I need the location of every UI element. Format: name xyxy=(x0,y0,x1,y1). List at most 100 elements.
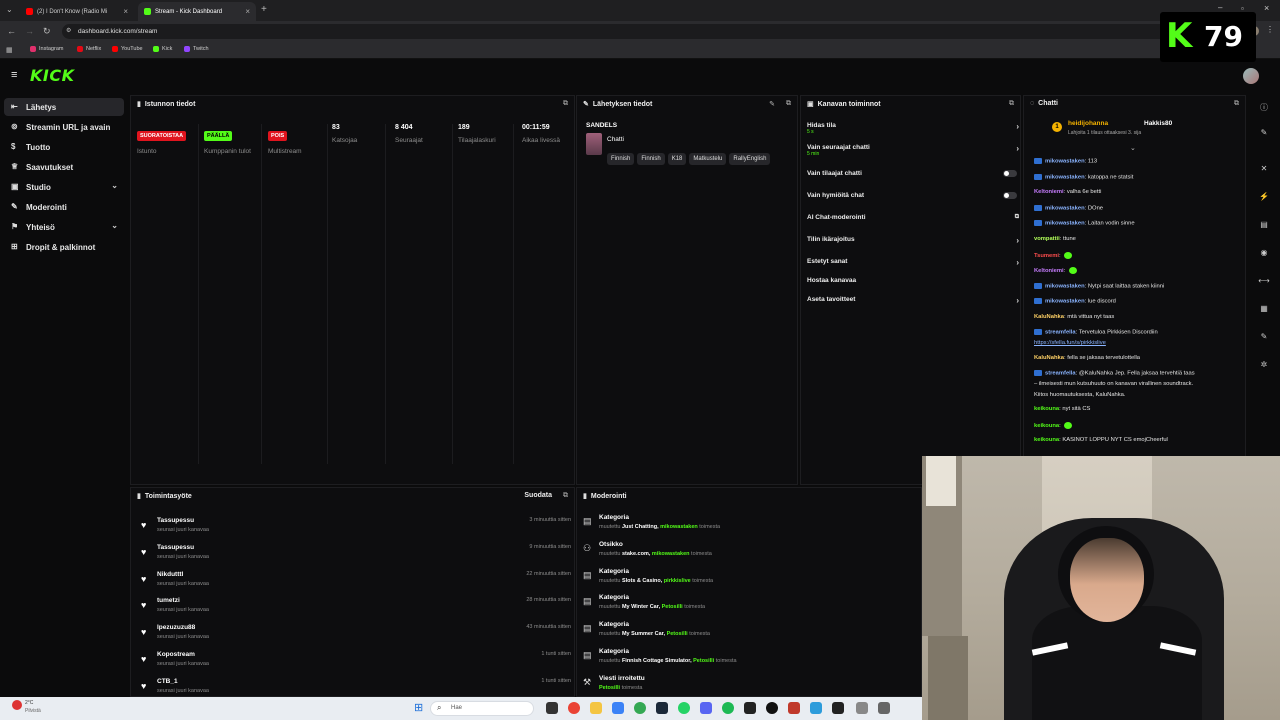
action-set-goals[interactable]: Aseta tavoitteet › xyxy=(807,296,1019,308)
sidebar-item-studio[interactable]: ▣ Studio ⌄ xyxy=(4,178,124,196)
action-emote-only[interactable]: Vain hymiöitä chat xyxy=(807,192,1019,204)
minimize-icon[interactable]: – xyxy=(1218,3,1222,12)
activity-row[interactable]: ♥ tumetzi seurasi juuri kanavaa 28 minuutti… xyxy=(139,597,571,621)
follower-name[interactable]: Kopostream xyxy=(157,651,195,658)
back-icon[interactable]: ← xyxy=(7,26,16,36)
follower-name[interactable]: tumetzi xyxy=(157,597,180,604)
tab-close-icon[interactable]: × xyxy=(245,7,250,16)
popout-icon[interactable]: ⧉ xyxy=(786,100,791,108)
expand-icon[interactable]: ⌄ xyxy=(1130,144,1136,152)
bookmark-youtube[interactable]: YouTube xyxy=(112,46,143,52)
action-banned-words[interactable]: Estetyt sanat › xyxy=(807,258,1019,270)
activity-row[interactable]: ♥ Tassupessu seurasi juuri kanavaa 9 minuut… xyxy=(139,544,571,568)
tab-kick-dashboard[interactable]: Stream - Kick Dashboard × xyxy=(138,2,256,21)
file-explorer-icon[interactable] xyxy=(590,702,602,714)
follower-name[interactable]: Tassupessu xyxy=(157,544,194,551)
chat-username[interactable]: mikowastaken xyxy=(1045,221,1085,227)
toggle-switch[interactable] xyxy=(1003,192,1017,199)
settings-icon[interactable]: ✲ xyxy=(1257,360,1271,369)
action-followers-only[interactable]: Vain seuraajat chatti 5 min › xyxy=(807,144,1019,162)
edit-icon[interactable]: ✎ xyxy=(769,100,775,108)
chat-username[interactable]: mikowastaken xyxy=(1045,175,1085,181)
popout-icon[interactable]: ⧉ xyxy=(563,100,568,108)
chat-username[interactable]: Tsumemi xyxy=(1034,253,1059,259)
gift-leaderboard[interactable]: 1 heidijohanna Hakkis80 Lahjoita 1 tilau… xyxy=(1044,116,1234,140)
edge-icon[interactable] xyxy=(612,702,624,714)
sidebar-item-saavutukset[interactable]: ♕ Saavutukset xyxy=(4,158,124,176)
chat-username[interactable]: keikouna xyxy=(1034,406,1059,412)
chat-username[interactable]: KaluNahka xyxy=(1034,314,1064,320)
whatsapp-icon[interactable] xyxy=(678,702,690,714)
tab-youtube[interactable]: (2) I Don't Know (Radio Mi × xyxy=(20,2,134,21)
app-icon[interactable] xyxy=(766,702,778,714)
bookmark-instagram[interactable]: Instagram xyxy=(30,46,63,52)
filter-button[interactable]: Suodata xyxy=(524,492,552,499)
chat-username[interactable]: vompattii xyxy=(1034,236,1060,242)
task-view-icon[interactable] xyxy=(546,702,558,714)
site-info-icon[interactable]: ⚙ xyxy=(66,27,71,34)
sidebar-item-stream-url[interactable]: ⊚ Streamin URL ja avain xyxy=(4,118,124,136)
follower-name[interactable]: lpezuzuzu88 xyxy=(157,624,195,631)
tab-close-icon[interactable]: × xyxy=(123,7,128,16)
mod-user[interactable]: pirkkislive xyxy=(664,578,691,584)
chrome-alt-icon[interactable] xyxy=(634,702,646,714)
grid-icon[interactable]: ▦ xyxy=(1257,304,1271,313)
app-icon-2[interactable] xyxy=(788,702,800,714)
follower-name[interactable]: CTB_1 xyxy=(157,678,178,685)
sidebar-item-tuotto[interactable]: $ Tuotto xyxy=(4,138,124,156)
wrench-icon[interactable]: ✎ xyxy=(1257,332,1271,341)
link-icon[interactable]: ⟷ xyxy=(1257,276,1271,285)
mod-user[interactable]: mikowastaken xyxy=(660,524,698,530)
url-field[interactable]: ⚙ dashboard.kick.com/stream xyxy=(62,24,1182,39)
mod-user[interactable]: Petosilli xyxy=(693,658,714,664)
action-ai-moderation[interactable]: AI Chat-moderointi ⧉ xyxy=(807,214,1019,226)
menu-icon[interactable]: ⋮ xyxy=(1266,25,1274,34)
chat-username[interactable]: mikowastaken xyxy=(1045,284,1085,290)
forward-icon[interactable]: → xyxy=(25,26,34,36)
weather-icon[interactable] xyxy=(12,700,22,710)
apps-icon[interactable]: ▦ xyxy=(6,46,13,54)
action-slow-mode[interactable]: Hidas tila 5 s › xyxy=(807,122,1019,140)
popout-icon[interactable]: ⧉ xyxy=(1009,100,1014,108)
app-icon-5[interactable] xyxy=(856,702,868,714)
app-icon-6[interactable] xyxy=(878,702,890,714)
info-icon[interactable]: ⓘ xyxy=(1257,102,1271,113)
tab-list-icon[interactable]: ⌄ xyxy=(6,5,13,14)
chat-username[interactable]: keikouna xyxy=(1034,423,1059,429)
user-avatar[interactable] xyxy=(1243,68,1259,84)
action-host-channel[interactable]: Hostaa kanavaa xyxy=(807,277,1019,289)
follower-name[interactable]: Nikdutttl xyxy=(157,571,183,578)
activity-row[interactable]: ♥ lpezuzuzu88 seurasi juuri kanavaa 43 minu… xyxy=(139,624,571,648)
clipboard-icon[interactable]: ▤ xyxy=(1257,220,1271,229)
message-icon[interactable]: ◉ xyxy=(1257,248,1271,257)
chat-username[interactable]: KaluNahka xyxy=(1034,355,1064,361)
activity-row[interactable]: ♥ Tassupessu seurasi juuri kanavaa 3 minuut… xyxy=(139,517,571,541)
bookmark-netflix[interactable]: Netflix xyxy=(77,46,101,52)
mod-user[interactable]: Petosilli xyxy=(599,685,620,691)
discord-icon[interactable] xyxy=(700,702,712,714)
app-icon-4[interactable] xyxy=(832,702,844,714)
windows-start-icon[interactable]: ⊞ xyxy=(414,701,423,714)
kick-logo[interactable]: KICK xyxy=(30,66,75,85)
bookmark-twitch[interactable]: Twitch xyxy=(184,46,209,52)
chat-username[interactable]: streamfella xyxy=(1045,330,1076,336)
close-icon[interactable]: ✕ xyxy=(1257,164,1271,173)
popout-icon[interactable]: ⧉ xyxy=(1234,100,1239,108)
hamburger-menu-icon[interactable]: ≡ xyxy=(11,69,17,81)
chat-username[interactable]: mikowastaken xyxy=(1045,299,1085,305)
new-tab-icon[interactable]: + xyxy=(261,4,267,15)
sidebar-item-yhteiso[interactable]: ⚑ Yhteisö ⌄ xyxy=(4,218,124,236)
chat-username[interactable]: keikouna xyxy=(1034,437,1059,443)
sidebar-item-dropit[interactable]: ⊞ Dropit & palkinnot xyxy=(4,238,124,256)
mod-user[interactable]: Petosilli xyxy=(662,604,683,610)
reload-icon[interactable]: ↻ xyxy=(43,26,51,37)
app-icon-3[interactable] xyxy=(810,702,822,714)
chat-username[interactable]: Keltoniemi xyxy=(1034,268,1064,274)
close-window-icon[interactable]: × xyxy=(1264,3,1269,13)
action-subscribers-only[interactable]: Vain tilaajat chatti xyxy=(807,170,1019,182)
chat-username[interactable]: mikowastaken xyxy=(1045,159,1085,165)
chat-username[interactable]: streamfella xyxy=(1045,371,1076,377)
chrome-icon[interactable] xyxy=(568,702,580,714)
action-age-restriction[interactable]: Tilin ikärajoitus › xyxy=(807,236,1019,248)
steam-icon[interactable] xyxy=(656,702,668,714)
